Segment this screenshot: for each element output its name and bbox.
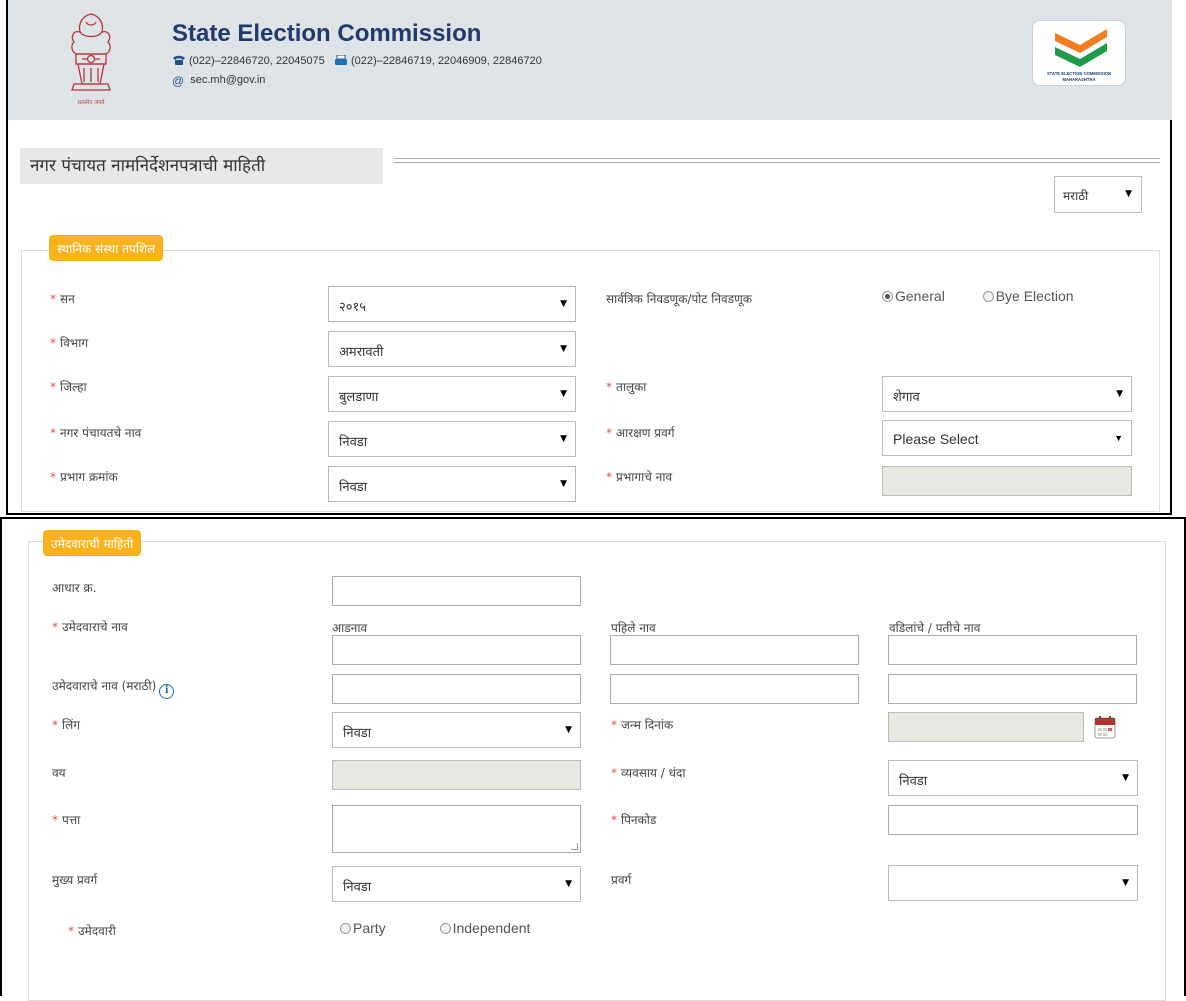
- page-title: नगर पंचायत नामनिर्देशनपत्राची माहिती: [20, 148, 383, 184]
- category-select[interactable]: ▼: [888, 865, 1138, 901]
- division-label: * विभाग: [50, 336, 89, 350]
- occupation-label: * व्यवसाय / धंदा: [611, 766, 686, 780]
- svg-text:सत्यमेव जयते: सत्यमेव जयते: [77, 99, 105, 106]
- first-name-marathi-field[interactable]: [610, 674, 859, 704]
- year-label: * सन: [50, 292, 75, 306]
- sec-logo: STATE ELECTION COMMISSION MAHARASHTRA: [1032, 20, 1126, 86]
- taluka-label: * तालुका: [606, 380, 647, 394]
- site-header: सत्यमेव जयते State Election Commission (…: [8, 0, 1172, 120]
- district-select[interactable]: बुलडाणा ▼: [328, 376, 576, 412]
- phone-numbers: (022)–22846720, 22045075: [189, 55, 325, 67]
- page-title-bar: नगर पंचायत नामनिर्देशनपत्राची माहिती: [20, 148, 1160, 184]
- pincode-field[interactable]: [888, 805, 1138, 835]
- election-type-radios: General Bye Election: [882, 288, 1074, 304]
- reservation-select[interactable]: Please Select ▼: [882, 420, 1132, 456]
- division-select[interactable]: अमरावती ▼: [328, 331, 576, 367]
- national-emblem-icon: सत्यमेव जयते: [71, 13, 111, 106]
- gender-label: * लिंग: [52, 718, 81, 732]
- age-field: [332, 760, 581, 790]
- candidate-frame: उमेदवाराची माहिती आधार क्र. * उमेदवाराचे …: [0, 517, 1186, 1001]
- radio-general[interactable]: General: [882, 288, 945, 304]
- radio-icon: [882, 291, 893, 302]
- category-label: प्रवर्ग: [611, 873, 632, 887]
- main-category-select[interactable]: निवडा ▼: [332, 866, 581, 902]
- ward-name-label: * प्रभागाचे नाव: [606, 470, 673, 484]
- chevron-down-icon: ▼: [1122, 878, 1129, 888]
- radio-icon: [982, 291, 994, 302]
- site-title: State Election Commission: [172, 20, 482, 47]
- chevron-down-icon: ▼: [560, 434, 567, 444]
- first-name-field[interactable]: [610, 635, 859, 665]
- ward-no-select[interactable]: निवडा ▼: [328, 466, 576, 502]
- email-text: sec.mh@gov.in: [190, 74, 266, 86]
- gender-select[interactable]: निवडा ▼: [332, 712, 581, 748]
- address-textarea[interactable]: [332, 805, 581, 853]
- taluka-select[interactable]: शेगाव ▼: [882, 376, 1132, 412]
- first-name-label: पहिले नाव: [611, 621, 656, 635]
- candidature-label: * उमेदवारी: [68, 924, 116, 938]
- candidate-legend: उमेदवाराची माहिती: [43, 530, 142, 556]
- radio-icon: [439, 923, 451, 934]
- ward-name-field[interactable]: [882, 466, 1132, 496]
- radio-party[interactable]: Party: [340, 920, 386, 936]
- address-label: * पत्ता: [52, 813, 81, 827]
- father-name-marathi-field[interactable]: [888, 674, 1137, 704]
- pincode-label: * पिनकोड: [611, 813, 657, 827]
- local-body-legend: स्थानिक संस्था तपशिल: [49, 235, 164, 261]
- father-name-field[interactable]: [888, 635, 1137, 665]
- age-label: वय: [52, 766, 66, 780]
- np-name-select[interactable]: निवडा ▼: [328, 421, 576, 457]
- surname-marathi-field[interactable]: [332, 674, 581, 704]
- fax-icon: [334, 55, 347, 65]
- candidate-name-marathi-label: उमेदवाराचे नाव (मराठी) i: [52, 677, 175, 699]
- chevron-down-icon: ▼: [560, 299, 567, 309]
- local-body-frame: सत्यमेव जयते State Election Commission (…: [6, 0, 1172, 515]
- chevron-down-icon: ▼: [565, 879, 572, 889]
- chevron-down-icon: ▼: [560, 389, 567, 399]
- aadhar-label: आधार क्र.: [52, 581, 97, 595]
- contact-email: @ sec.mh@gov.in: [172, 74, 266, 88]
- election-type-label: सार्वत्रिक निवडणूक/पोट निवडणूक: [606, 292, 752, 306]
- dob-field[interactable]: [888, 712, 1084, 742]
- telephone-icon: [173, 55, 185, 65]
- sec-logo-icon: [1055, 29, 1107, 67]
- chevron-down-icon: ▼: [1125, 189, 1132, 199]
- occupation-select[interactable]: निवडा ▼: [888, 760, 1138, 796]
- title-divider: [394, 158, 1160, 163]
- np-name-label: * नगर पंचायतचे नाव: [50, 426, 142, 440]
- info-icon[interactable]: i: [159, 684, 175, 699]
- chevron-down-icon: ▼: [560, 344, 567, 354]
- dob-label: * जन्म दिनांक: [611, 718, 674, 732]
- candidature-radios: Party Independent: [340, 920, 530, 936]
- radio-icon: [340, 923, 351, 934]
- year-select[interactable]: २०१५ ▼: [328, 286, 576, 322]
- aadhar-field[interactable]: [332, 576, 581, 606]
- chevron-down-icon: ▼: [560, 479, 567, 489]
- district-label: * जिल्हा: [50, 380, 87, 394]
- main-category-label: मुख्य प्रवर्ग: [52, 873, 98, 887]
- chevron-down-icon: ▼: [1116, 389, 1123, 399]
- radio-bye-election[interactable]: Bye Election: [982, 288, 1074, 304]
- resize-grip-icon[interactable]: [571, 843, 578, 850]
- surname-field[interactable]: [332, 635, 581, 665]
- at-icon: @: [172, 74, 185, 88]
- contact-phones: (022)–22846720, 22045075 (022)–22846719,…: [172, 55, 542, 67]
- calendar-icon[interactable]: [1094, 715, 1116, 739]
- radio-independent[interactable]: Independent: [439, 920, 530, 936]
- chevron-down-icon: ▼: [1114, 433, 1123, 443]
- reservation-label: * आरक्षण प्रवर्ग: [606, 426, 675, 440]
- chevron-down-icon: ▼: [565, 725, 572, 735]
- fax-numbers: (022)–22846719, 22046909, 22846720: [350, 55, 542, 67]
- language-select[interactable]: मराठी ▼: [1054, 176, 1142, 213]
- candidate-name-label: * उमेदवाराचे नाव: [52, 620, 128, 634]
- chevron-down-icon: ▼: [1122, 773, 1129, 783]
- surname-label: आडनाव: [332, 621, 368, 635]
- father-name-label: वडिलांचे / पतीचे नाव: [889, 621, 981, 635]
- ward-no-label: * प्रभाग क्रमांक: [50, 470, 118, 484]
